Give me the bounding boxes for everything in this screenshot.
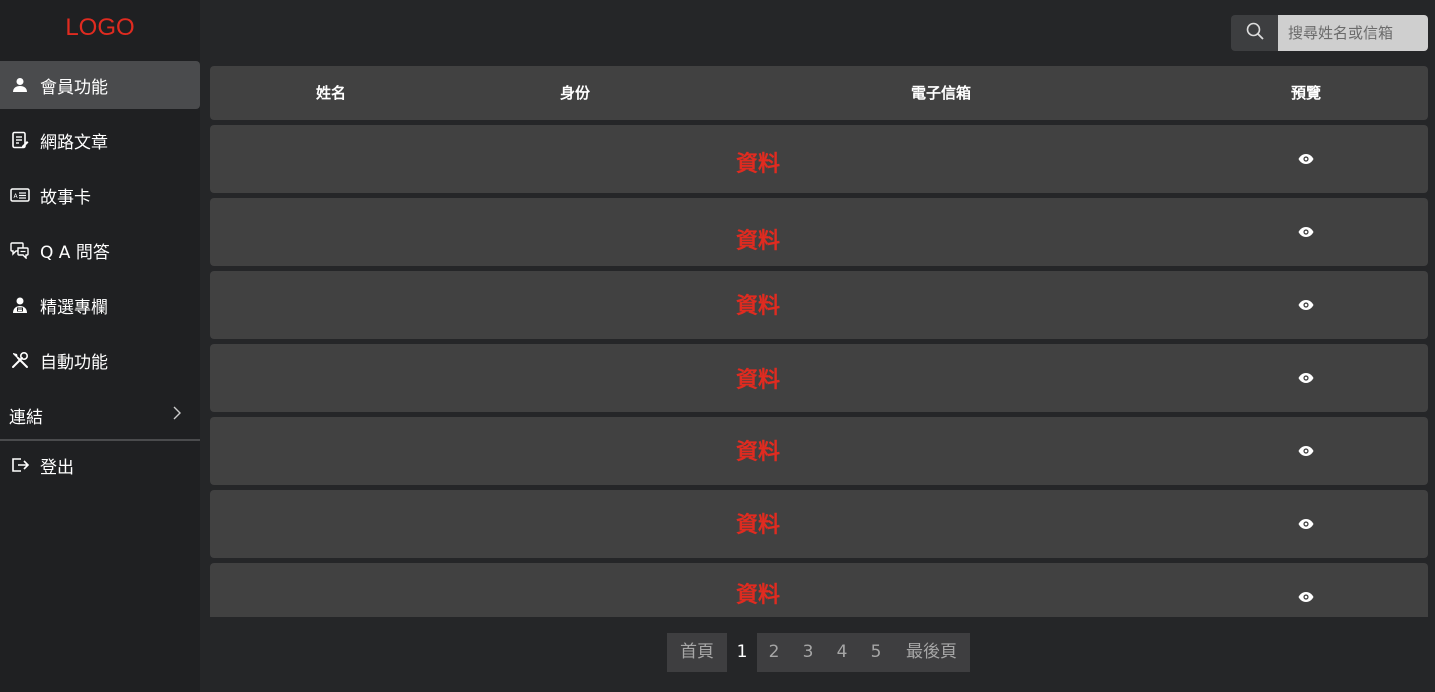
table-row[interactable]: 資料 bbox=[210, 490, 1428, 558]
search-input[interactable] bbox=[1278, 15, 1428, 51]
app-root: LOGO 會員功能 網路文章 A 故事卡 Q A 問答 精選專欄 自動功能 連結… bbox=[0, 0, 1435, 692]
column-header-email[interactable]: 電子信箱 bbox=[911, 66, 971, 120]
table-row[interactable]: 資料 bbox=[210, 271, 1428, 339]
page-button-4[interactable]: 4 bbox=[825, 633, 859, 672]
chevron-right-icon bbox=[172, 405, 182, 425]
eye-icon[interactable] bbox=[1298, 299, 1314, 311]
eye-icon[interactable] bbox=[1298, 445, 1314, 457]
pagination: 首頁 1 2 3 4 5 最後頁 bbox=[667, 633, 970, 672]
table-row[interactable]: 資料 bbox=[210, 198, 1428, 266]
links-label: 連結 bbox=[9, 407, 43, 428]
logout-icon bbox=[10, 455, 30, 475]
page-button-5[interactable]: 5 bbox=[859, 633, 893, 672]
article-icon bbox=[10, 130, 30, 150]
logout-button[interactable]: 登出 bbox=[0, 442, 200, 488]
table-row[interactable]: 資料 bbox=[210, 563, 1428, 617]
row-data: 資料 bbox=[735, 440, 781, 465]
search-bar bbox=[1231, 15, 1428, 51]
page-first-button[interactable]: 首頁 bbox=[667, 633, 727, 672]
table-row[interactable]: 資料 bbox=[210, 125, 1428, 193]
sidebar-item-articles[interactable]: 網路文章 bbox=[0, 116, 200, 164]
table-header: 姓名 身份 電子信箱 預覽 bbox=[210, 66, 1428, 120]
sidebar-item-label: Q A 問答 bbox=[40, 242, 110, 263]
sidebar-nav: 會員功能 網路文章 A 故事卡 Q A 問答 精選專欄 自動功能 bbox=[0, 61, 200, 391]
row-data: 資料 bbox=[735, 294, 781, 319]
sidebar-links-toggle[interactable]: 連結 bbox=[0, 392, 200, 438]
column-header-preview[interactable]: 預覽 bbox=[1291, 66, 1321, 120]
sidebar-item-story-card[interactable]: A 故事卡 bbox=[0, 171, 200, 219]
eye-icon[interactable] bbox=[1298, 153, 1314, 165]
sidebar: LOGO 會員功能 網路文章 A 故事卡 Q A 問答 精選專欄 自動功能 連結… bbox=[0, 0, 200, 692]
column-header-identity[interactable]: 身份 bbox=[560, 66, 590, 120]
row-data: 資料 bbox=[735, 513, 781, 538]
row-data: 資料 bbox=[735, 368, 781, 393]
column-header-name[interactable]: 姓名 bbox=[316, 66, 346, 120]
sidebar-item-automation[interactable]: 自動功能 bbox=[0, 336, 200, 384]
row-data: 資料 bbox=[735, 152, 781, 177]
eye-icon[interactable] bbox=[1298, 226, 1314, 238]
svg-text:A: A bbox=[14, 193, 19, 200]
sidebar-item-featured-column[interactable]: 精選專欄 bbox=[0, 281, 200, 329]
sidebar-item-label: 會員功能 bbox=[40, 77, 108, 98]
search-icon bbox=[1245, 21, 1265, 45]
search-button[interactable] bbox=[1231, 15, 1278, 51]
page-button-3[interactable]: 3 bbox=[791, 633, 825, 672]
row-data: 資料 bbox=[735, 229, 781, 254]
sidebar-item-label: 精選專欄 bbox=[40, 297, 108, 318]
eye-icon[interactable] bbox=[1298, 518, 1314, 530]
page-button-2[interactable]: 2 bbox=[757, 633, 791, 672]
page-button-1[interactable]: 1 bbox=[727, 633, 757, 672]
sidebar-item-member[interactable]: 會員功能 bbox=[0, 61, 200, 109]
row-data: 資料 bbox=[735, 583, 781, 608]
sidebar-item-qa[interactable]: Q A 問答 bbox=[0, 226, 200, 274]
sidebar-divider bbox=[0, 439, 200, 441]
logo: LOGO bbox=[65, 14, 135, 41]
member-table: 姓名 身份 電子信箱 預覽 資料 資料 資料 資料 資料 資料 資料 bbox=[210, 66, 1428, 617]
sidebar-item-label: 網路文章 bbox=[40, 132, 108, 153]
page-last-button[interactable]: 最後頁 bbox=[893, 633, 970, 672]
table-row[interactable]: 資料 bbox=[210, 344, 1428, 412]
chat-icon bbox=[10, 240, 30, 260]
eye-icon[interactable] bbox=[1298, 372, 1314, 384]
sidebar-item-label: 自動功能 bbox=[40, 352, 108, 373]
id-card-icon: A bbox=[10, 185, 30, 205]
table-row[interactable]: 資料 bbox=[210, 417, 1428, 485]
tools-icon bbox=[10, 350, 30, 370]
eye-icon[interactable] bbox=[1298, 591, 1314, 603]
logout-label: 登出 bbox=[40, 457, 74, 478]
sidebar-item-label: 故事卡 bbox=[40, 187, 91, 208]
column-icon bbox=[10, 295, 30, 315]
user-icon bbox=[10, 75, 30, 95]
